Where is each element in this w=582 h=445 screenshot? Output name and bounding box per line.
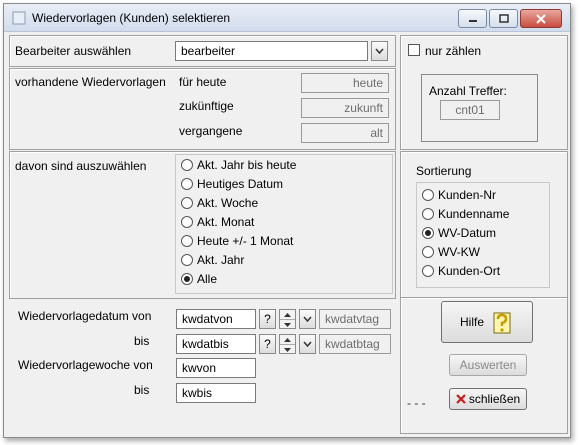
close-icon	[456, 394, 466, 404]
nur-zaehlen-checkbox[interactable]	[408, 44, 420, 56]
datum-bis-help-button[interactable]: ?	[259, 334, 276, 354]
woche-von-input[interactable]: kwvon	[176, 358, 256, 378]
schliessen-label: schließen	[468, 392, 521, 406]
vorhandene-label: vorhandene Wiedervorlagen	[15, 75, 166, 89]
datum-von-tag-field: kwdatvtag	[319, 309, 391, 329]
sortierung-label: Sortierung	[416, 164, 472, 178]
datum-von-help-button[interactable]: ?	[259, 309, 276, 329]
radio-button[interactable]	[181, 158, 193, 171]
hilfe-label: Hilfe	[459, 315, 484, 329]
datum-bis-input[interactable]: kwdatbis	[176, 334, 256, 354]
datum-bis-spinner[interactable]	[279, 334, 296, 354]
radio-button[interactable]	[181, 196, 193, 209]
title-bar: Wiedervorlagen (Kunden) selektieren	[4, 4, 570, 32]
chevron-down-icon	[303, 341, 312, 347]
hilfe-button[interactable]: Hilfe	[441, 301, 533, 343]
datum-von-label: Wiedervorlagedatum von	[18, 309, 152, 323]
radio-selected-dot	[184, 275, 190, 282]
auswahl-option[interactable]: Akt. Jahr bis heute	[181, 155, 296, 174]
close-icon	[536, 13, 546, 24]
chevron-down-icon	[375, 48, 384, 54]
auswahl-radio-list: Akt. Jahr bis heute Heutiges Datum Akt. …	[181, 155, 296, 288]
heute-label: für heute	[179, 75, 227, 89]
radio-button[interactable]	[181, 215, 193, 228]
auswahl-option[interactable]: Akt. Jahr	[181, 250, 296, 269]
auswerten-button[interactable]: Auswerten	[449, 354, 527, 376]
minimize-button[interactable]	[458, 9, 487, 28]
nur-zaehlen-label: nur zählen	[425, 44, 482, 58]
spin-up-icon[interactable]	[280, 310, 295, 319]
radio-button[interactable]	[181, 234, 193, 247]
maximize-icon	[498, 13, 509, 23]
zukunft-count-field: zukunft	[301, 98, 389, 118]
radio-button[interactable]	[422, 188, 434, 201]
spin-down-icon[interactable]	[280, 344, 295, 354]
datum-von-input[interactable]: kwdatvon	[176, 309, 256, 329]
radio-button[interactable]	[181, 177, 193, 190]
auswahl-label: davon sind auszuwählen	[15, 159, 147, 173]
sort-option[interactable]: Kunden-Ort	[422, 261, 509, 280]
bearbeiter-label: Bearbeiter auswählen	[15, 44, 132, 58]
datum-von-dropdown-button[interactable]	[299, 309, 316, 329]
radio-button[interactable]	[422, 226, 434, 239]
auswahl-option[interactable]: Heutiges Datum	[181, 174, 296, 193]
bearbeiter-select[interactable]: bearbeiter	[175, 41, 368, 61]
radio-button[interactable]	[422, 207, 434, 220]
heute-count-field: heute	[301, 73, 389, 93]
chevron-down-icon	[303, 316, 312, 322]
bearbeiter-dropdown-button[interactable]	[371, 41, 388, 61]
sort-option[interactable]: Kunden-Nr	[422, 185, 509, 204]
zukunft-label: zukünftige	[179, 99, 234, 113]
minimize-icon	[468, 19, 477, 22]
sort-option[interactable]: WV-KW	[422, 242, 509, 261]
dashes-label: - - -	[407, 396, 426, 410]
dialog-window: Wiedervorlagen (Kunden) selektieren Bear…	[3, 3, 571, 438]
anzahl-label: Anzahl Treffer:	[429, 84, 507, 98]
vergangen-count-field: alt	[301, 123, 389, 143]
spin-up-icon[interactable]	[280, 335, 295, 344]
datum-bis-tag-field: kwdatbtag	[319, 334, 391, 354]
datum-von-spinner[interactable]	[279, 309, 296, 329]
close-button[interactable]	[520, 9, 562, 28]
datum-bis-dropdown-button[interactable]	[299, 334, 316, 354]
sortierung-radio-list: Kunden-Nr Kundenname WV-Datum WV-KW Kund…	[422, 185, 509, 280]
vergangen-label: vergangene	[179, 124, 243, 138]
auswahl-option[interactable]: Alle	[181, 269, 296, 288]
datum-bis-label: bis	[134, 334, 150, 348]
schliessen-button[interactable]: schließen	[449, 388, 527, 410]
radio-button[interactable]	[181, 253, 193, 266]
sort-option[interactable]: WV-Datum	[422, 223, 509, 242]
radio-button[interactable]	[181, 272, 193, 285]
woche-bis-label: bis	[134, 383, 150, 397]
woche-bis-input[interactable]: kwbis	[176, 383, 256, 403]
radio-button[interactable]	[422, 245, 434, 258]
sort-option[interactable]: Kundenname	[422, 204, 509, 223]
help-icon	[493, 312, 511, 334]
anzahl-field: cnt01	[440, 100, 500, 120]
app-icon	[12, 11, 26, 25]
window-title: Wiedervorlagen (Kunden) selektieren	[32, 11, 231, 25]
auswahl-option[interactable]: Akt. Monat	[181, 212, 296, 231]
radio-button[interactable]	[422, 264, 434, 277]
auswahl-option[interactable]: Akt. Woche	[181, 193, 296, 212]
maximize-button[interactable]	[489, 9, 518, 28]
auswahl-option[interactable]: Heute +/- 1 Monat	[181, 231, 296, 250]
woche-von-label: Wiedervorlagewoche von	[18, 358, 153, 372]
spin-down-icon[interactable]	[280, 319, 295, 329]
radio-selected-dot	[425, 229, 431, 236]
